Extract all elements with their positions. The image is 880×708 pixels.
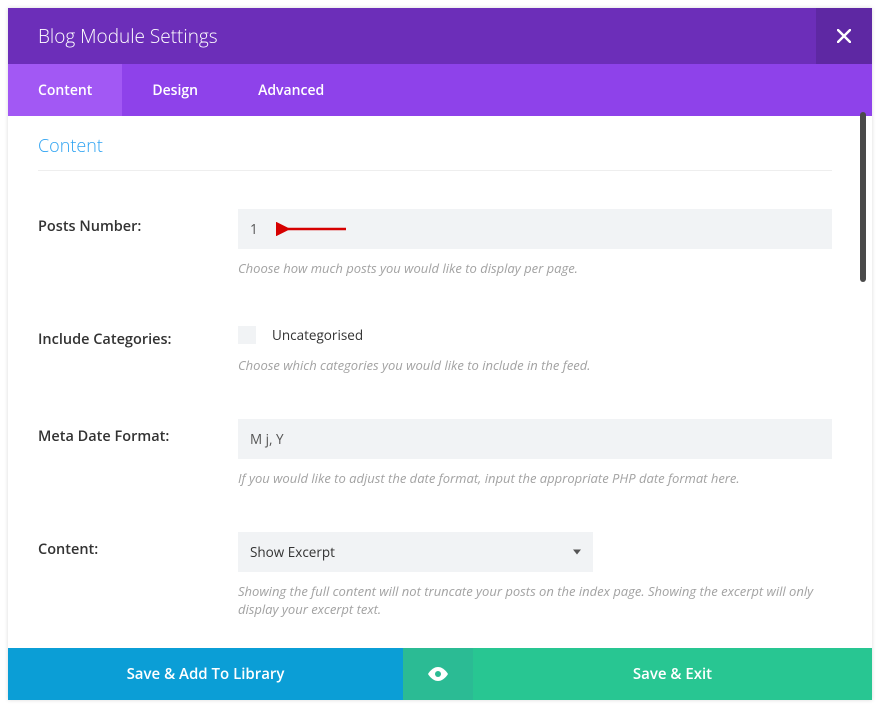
save-add-library-button[interactable]: Save & Add To Library xyxy=(8,648,403,700)
titlebar: Blog Module Settings xyxy=(8,8,872,64)
scrollbar-thumb[interactable] xyxy=(860,112,866,282)
posts-number-input[interactable] xyxy=(238,209,832,249)
category-checkbox[interactable] xyxy=(238,326,256,344)
section-title: Content xyxy=(38,134,832,171)
category-label: Uncategorised xyxy=(272,326,363,344)
footer: Save & Add To Library Save & Exit xyxy=(8,648,872,700)
category-row: Uncategorised xyxy=(238,324,832,346)
content-panel: Content Posts Number: Choose how much po… xyxy=(8,116,872,648)
field-content-select: Content: Show Excerpt Showing the full c… xyxy=(38,532,832,620)
label-meta-date-format: Meta Date Format: xyxy=(38,419,238,446)
label-content-select: Content: xyxy=(38,532,238,559)
tab-design[interactable]: Design xyxy=(122,64,228,116)
eye-icon xyxy=(427,667,449,681)
preview-button[interactable] xyxy=(403,648,473,700)
modal-title: Blog Module Settings xyxy=(38,23,218,49)
field-meta-date-format: Meta Date Format: If you would like to a… xyxy=(38,419,832,488)
tab-bar: Content Design Advanced xyxy=(8,64,872,116)
tab-advanced[interactable]: Advanced xyxy=(228,64,354,116)
meta-date-format-input[interactable] xyxy=(238,419,832,459)
label-posts-number: Posts Number: xyxy=(38,209,238,236)
field-include-categories: Include Categories: Uncategorised Choose… xyxy=(38,322,832,375)
help-content-select: Showing the full content will not trunca… xyxy=(238,582,832,620)
help-meta-date-format: If you would like to adjust the date for… xyxy=(238,469,832,488)
tab-content[interactable]: Content xyxy=(8,64,122,116)
close-button[interactable] xyxy=(816,8,872,64)
content-select[interactable]: Show Excerpt xyxy=(238,532,593,572)
close-icon xyxy=(837,29,851,43)
save-exit-button[interactable]: Save & Exit xyxy=(473,648,872,700)
label-include-categories: Include Categories: xyxy=(38,322,238,349)
settings-modal: Blog Module Settings Content Design Adva… xyxy=(8,8,872,700)
help-include-categories: Choose which categories you would like t… xyxy=(238,356,832,375)
field-posts-number: Posts Number: Choose how much posts you … xyxy=(38,209,832,278)
help-posts-number: Choose how much posts you would like to … xyxy=(238,259,832,278)
